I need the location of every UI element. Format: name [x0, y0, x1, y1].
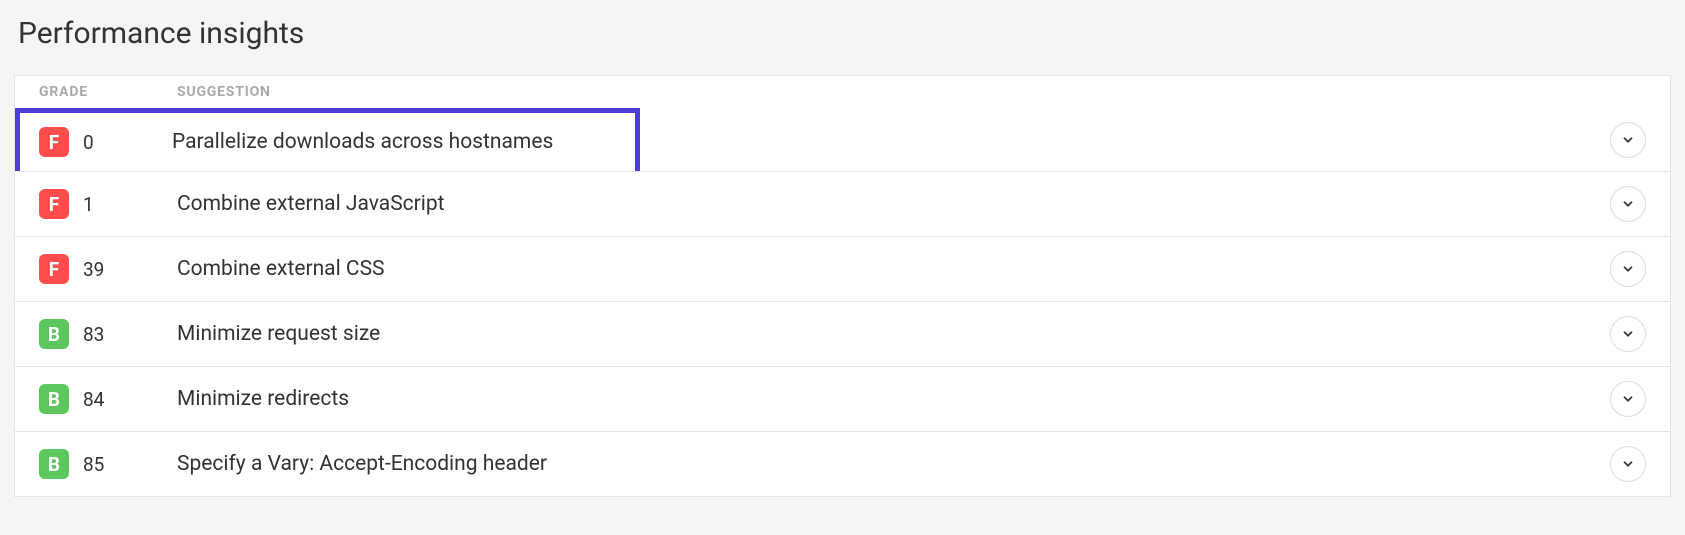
- grade-badge: F: [39, 189, 69, 219]
- grade-score: 83: [83, 323, 104, 346]
- table-row[interactable]: F 1 Combine external JavaScript: [15, 172, 1670, 237]
- chevron-down-icon: [1621, 392, 1635, 406]
- expand-button[interactable]: [1610, 251, 1646, 287]
- expand-button[interactable]: [1610, 186, 1646, 222]
- grade-score: 39: [83, 258, 104, 281]
- table-row[interactable]: B 85 Specify a Vary: Accept-Encoding hea…: [15, 432, 1670, 497]
- grade-score: 1: [83, 193, 94, 216]
- grade-score: 85: [83, 453, 104, 476]
- suggestion-text: Minimize request size: [177, 322, 380, 346]
- suggestion-text: Specify a Vary: Accept-Encoding header: [177, 452, 547, 476]
- chevron-down-icon: [1621, 457, 1635, 471]
- expand-button[interactable]: [1610, 122, 1646, 158]
- expand-button[interactable]: [1610, 381, 1646, 417]
- grade-badge: B: [39, 319, 69, 349]
- suggestion-text: Combine external CSS: [177, 257, 385, 281]
- suggestion-text: Parallelize downloads across hostnames: [172, 130, 553, 154]
- grade-score: 84: [83, 388, 104, 411]
- chevron-down-icon: [1621, 327, 1635, 341]
- chevron-down-icon: [1621, 133, 1635, 147]
- expand-button[interactable]: [1610, 446, 1646, 482]
- grade-score: 0: [83, 131, 94, 154]
- grade-badge: F: [39, 254, 69, 284]
- table-header: GRADE SUGGESTION: [15, 76, 1670, 109]
- performance-insights-panel: Performance insights GRADE SUGGESTION F …: [0, 0, 1685, 497]
- table-row[interactable]: F 0 Parallelize downloads across hostnam…: [15, 108, 1670, 172]
- grade-badge: B: [39, 449, 69, 479]
- grade-badge: B: [39, 384, 69, 414]
- table-row[interactable]: B 84 Minimize redirects: [15, 367, 1670, 432]
- expand-button[interactable]: [1610, 316, 1646, 352]
- insights-table: GRADE SUGGESTION F 0 Parallelize downloa…: [14, 75, 1671, 497]
- grade-badge: F: [39, 127, 69, 157]
- col-header-grade: GRADE: [39, 84, 177, 100]
- table-row[interactable]: B 83 Minimize request size: [15, 302, 1670, 367]
- table-row[interactable]: F 39 Combine external CSS: [15, 237, 1670, 302]
- chevron-down-icon: [1621, 262, 1635, 276]
- panel-title: Performance insights: [14, 16, 1671, 51]
- suggestion-text: Combine external JavaScript: [177, 192, 445, 216]
- col-header-suggestion: SUGGESTION: [177, 84, 1586, 100]
- suggestion-text: Minimize redirects: [177, 387, 349, 411]
- chevron-down-icon: [1621, 197, 1635, 211]
